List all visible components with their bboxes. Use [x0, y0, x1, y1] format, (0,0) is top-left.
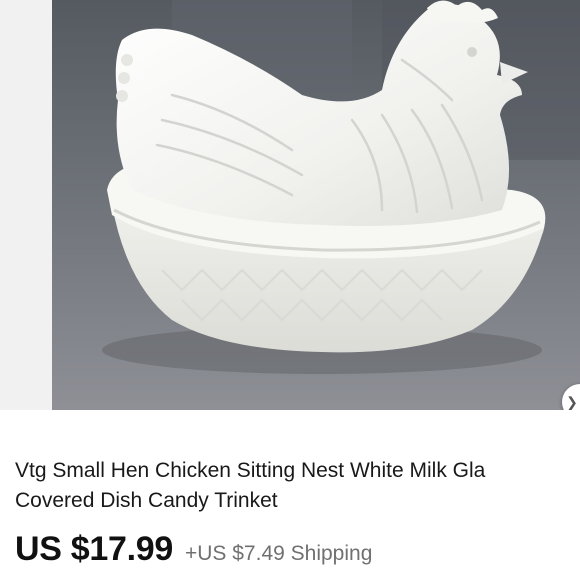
listing-title[interactable]: Vtg Small Hen Chicken Sitting Nest White…	[15, 456, 580, 516]
previous-card-edge[interactable]	[0, 0, 52, 410]
chevron-right-icon: ❯	[566, 394, 578, 410]
product-photo[interactable]	[52, 0, 580, 410]
listing-title-line-1: Vtg Small Hen Chicken Sitting Nest White…	[15, 459, 486, 482]
shipping-cost: +US $7.49 Shipping	[184, 542, 373, 565]
photo-carousel[interactable]: ❯	[0, 0, 580, 410]
listing-title-line-2: Covered Dish Candy Trinket	[15, 489, 278, 512]
listing-price: US $17.99	[15, 530, 173, 568]
price-row: US $17.99 +US $7.49 Shipping	[15, 530, 372, 574]
